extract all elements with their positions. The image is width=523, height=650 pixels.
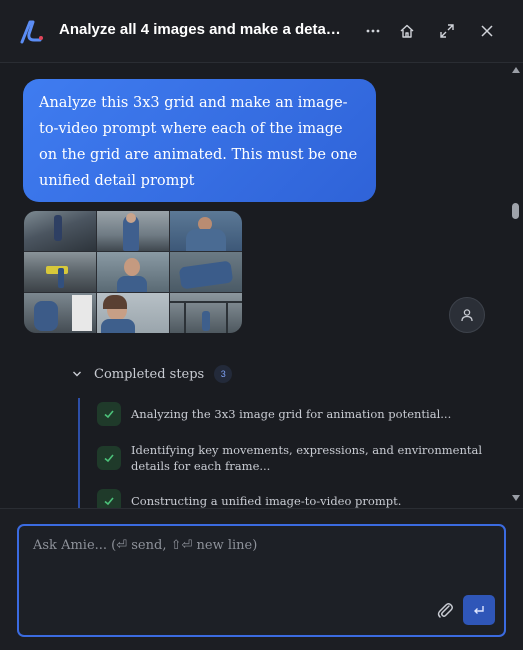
app-logo-icon bbox=[20, 20, 43, 44]
home-icon bbox=[400, 24, 414, 38]
chat-area: Analyze this 3x3 grid and make an image-… bbox=[0, 63, 509, 508]
paperclip-icon[interactable] bbox=[435, 600, 455, 620]
user-message: Analyze this 3x3 grid and make an image-… bbox=[23, 79, 376, 202]
grid-image-3 bbox=[170, 211, 242, 251]
steps-count-badge: 3 bbox=[214, 365, 233, 383]
grid-image-6 bbox=[170, 252, 242, 292]
steps-timeline bbox=[78, 398, 80, 508]
step-text: Identifying key movements, expressions, … bbox=[131, 443, 483, 473]
step-item: Identifying key movements, expressions, … bbox=[97, 442, 486, 474]
scrollbar-thumb[interactable] bbox=[512, 203, 519, 219]
close-button[interactable] bbox=[474, 18, 500, 44]
more-icon bbox=[366, 29, 380, 33]
step-item: Constructing a unified image-to-video pr… bbox=[97, 489, 486, 508]
step-item: Analyzing the 3x3 image grid for animati… bbox=[97, 402, 486, 426]
completed-steps-label: Completed steps bbox=[94, 366, 205, 382]
chevron-down-icon bbox=[73, 371, 81, 377]
grid-image-8 bbox=[97, 293, 169, 333]
message-input-box[interactable] bbox=[17, 524, 506, 637]
scroll-down-arrow-icon[interactable] bbox=[512, 495, 520, 501]
composer bbox=[0, 508, 523, 650]
message-input[interactable] bbox=[31, 536, 475, 580]
user-avatar[interactable] bbox=[449, 297, 485, 333]
grid-image-5 bbox=[97, 252, 169, 292]
expand-button[interactable] bbox=[434, 18, 460, 44]
more-button[interactable] bbox=[360, 18, 386, 44]
step-text: Constructing a unified image-to-video pr… bbox=[131, 494, 402, 508]
expand-icon bbox=[440, 24, 454, 38]
send-button[interactable] bbox=[463, 595, 495, 625]
chat-scrollbar[interactable] bbox=[509, 63, 523, 508]
grid-image-7 bbox=[24, 293, 96, 333]
grid-image-2 bbox=[97, 211, 169, 251]
user-icon bbox=[461, 309, 473, 322]
check-icon bbox=[97, 446, 121, 470]
enter-icon bbox=[474, 606, 484, 614]
attached-image-grid[interactable] bbox=[24, 211, 242, 333]
home-button[interactable] bbox=[394, 18, 420, 44]
grid-image-4 bbox=[24, 252, 96, 292]
scroll-up-arrow-icon[interactable] bbox=[512, 67, 520, 73]
grid-image-9 bbox=[170, 293, 242, 333]
close-icon bbox=[481, 25, 493, 37]
title-bar: Analyze all 4 images and make a detailed… bbox=[0, 0, 523, 63]
check-icon bbox=[97, 402, 121, 426]
step-text: Analyzing the 3x3 image grid for animati… bbox=[131, 407, 452, 421]
grid-image-1 bbox=[24, 211, 96, 251]
check-icon bbox=[97, 489, 121, 508]
window-title: Analyze all 4 images and make a detailed… bbox=[59, 21, 341, 38]
completed-steps-toggle[interactable]: Completed steps 3 bbox=[72, 363, 233, 385]
